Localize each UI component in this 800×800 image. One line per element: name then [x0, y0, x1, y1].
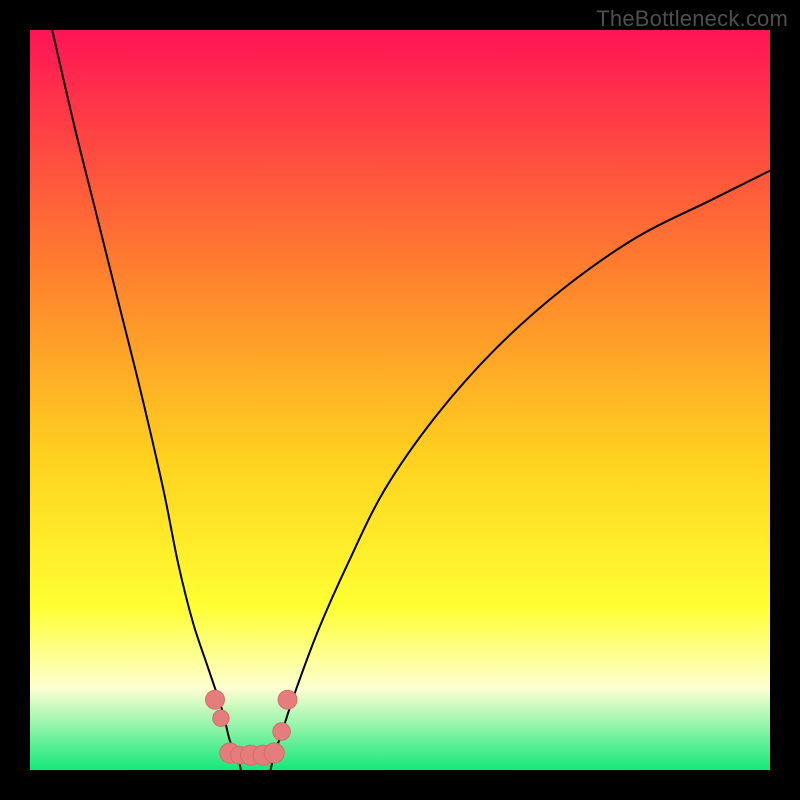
watermark-text: TheBottleneck.com: [596, 6, 788, 32]
data-marker: [213, 710, 229, 726]
data-marker: [278, 690, 297, 709]
plot-area: [30, 30, 770, 770]
chart-overlay: [30, 30, 770, 770]
data-marker: [273, 723, 291, 741]
data-marker: [264, 743, 284, 763]
left-curve: [52, 30, 241, 770]
data-markers: [206, 690, 297, 765]
right-curve: [271, 171, 771, 770]
data-marker: [206, 690, 225, 709]
